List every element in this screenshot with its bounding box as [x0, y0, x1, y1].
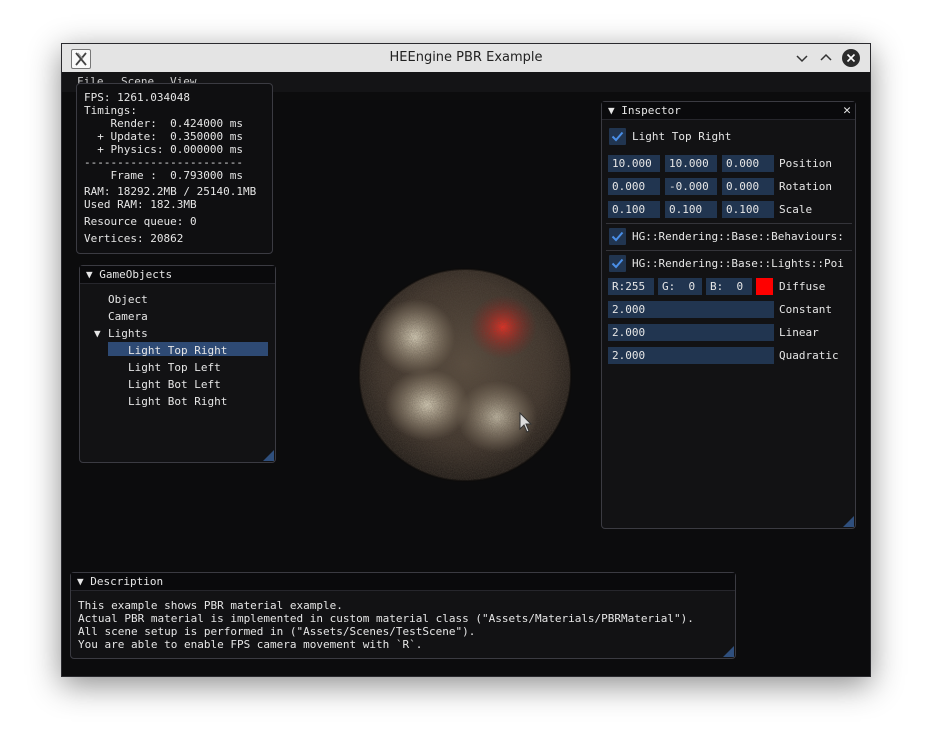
maximize-icon[interactable]	[816, 48, 836, 68]
diffuse-g-input[interactable]: G: 0	[658, 278, 702, 295]
description-line: All scene setup is performed in ("Assets…	[78, 625, 476, 638]
ram-text: RAM: 18292.2MB / 25140.1MB	[84, 185, 257, 198]
description-title: Description	[90, 575, 164, 588]
update-time-text: + Update: 0.350000 ms	[84, 130, 243, 143]
constant-label: Constant	[779, 303, 832, 316]
rotation-z-input[interactable]: 0.000	[722, 178, 774, 195]
timings-text: Timings:	[84, 104, 137, 117]
close-icon[interactable]	[841, 48, 861, 68]
title-bar[interactable]: HEEngine PBR Example	[62, 44, 870, 72]
quadratic-input[interactable]: 2.000	[608, 347, 774, 364]
vertices-text: Vertices: 20862	[84, 232, 184, 245]
divider	[606, 223, 852, 224]
object-enabled-checkbox[interactable]	[609, 128, 626, 145]
resource-queue-text: Resource queue: 0	[84, 215, 197, 228]
fps-text: FPS: 1261.034048	[84, 91, 190, 104]
window-title: HEEngine PBR Example	[389, 50, 543, 65]
behaviours-enabled-checkbox[interactable]	[609, 228, 626, 245]
linear-label: Linear	[779, 326, 819, 339]
resize-grip-icon[interactable]	[843, 516, 854, 527]
rotation-label: Rotation	[779, 180, 832, 193]
behaviours-component-label: HG::Rendering::Base::Behaviours:	[632, 230, 844, 243]
mouse-cursor-icon	[519, 412, 533, 433]
divider	[606, 250, 852, 251]
rotation-x-input[interactable]: 0.000	[608, 178, 660, 195]
description-line: You are able to enable FPS camera moveme…	[78, 638, 423, 651]
tree-expand-icon[interactable]: ▼	[94, 327, 101, 340]
minimize-icon[interactable]	[792, 48, 812, 68]
quadratic-label: Quadratic	[779, 349, 839, 362]
object-name-label: Light Top Right	[632, 130, 732, 143]
collapse-arrow-icon[interactable]: ▼	[86, 268, 93, 281]
rotation-y-input[interactable]: -0.000	[665, 178, 717, 195]
description-header[interactable]: ▼ Description	[71, 573, 735, 591]
tree-item-camera[interactable]: Camera	[108, 310, 148, 323]
pointlight-enabled-checkbox[interactable]	[609, 255, 626, 272]
position-label: Position	[779, 157, 832, 170]
resize-grip-icon[interactable]	[723, 646, 734, 657]
collapse-arrow-icon[interactable]: ▼	[608, 104, 615, 117]
scale-z-input[interactable]: 0.100	[722, 201, 774, 218]
stats-separator: ------------------------	[84, 156, 243, 169]
scale-x-input[interactable]: 0.100	[608, 201, 660, 218]
tree-item-light-top-right[interactable]: Light Top Right	[128, 344, 227, 357]
scale-label: Scale	[779, 203, 813, 216]
gameobjects-header[interactable]: ▼ GameObjects	[80, 266, 275, 284]
diffuse-color-swatch[interactable]	[756, 278, 773, 295]
tree-item-lights[interactable]: Lights	[108, 327, 148, 340]
position-y-input[interactable]: 10.000	[665, 155, 717, 172]
physics-time-text: + Physics: 0.000000 ms	[84, 143, 243, 156]
pbr-sphere	[358, 268, 572, 482]
frame-time-text: Frame : 0.793000 ms	[84, 169, 243, 182]
tree-item-light-top-left[interactable]: Light Top Left	[128, 361, 221, 374]
app-window: HEEngine PBR Example File Scene View FPS…	[61, 43, 871, 677]
tree-item-light-bot-left[interactable]: Light Bot Left	[128, 378, 221, 391]
resize-grip-icon[interactable]	[263, 450, 274, 461]
gameobjects-title: GameObjects	[99, 268, 173, 281]
used-ram-text: Used RAM: 182.3MB	[84, 198, 197, 211]
pointlight-component-label: HG::Rendering::Base::Lights::Poi	[632, 257, 844, 270]
description-line: Actual PBR material is implemented in cu…	[78, 612, 694, 625]
description-line: This example shows PBR material example.	[78, 599, 343, 612]
linear-input[interactable]: 2.000	[608, 324, 774, 341]
scale-y-input[interactable]: 0.100	[665, 201, 717, 218]
render-time-text: Render: 0.424000 ms	[84, 117, 243, 130]
position-z-input[interactable]: 0.000	[722, 155, 774, 172]
description-panel: ▼ Description This example shows PBR mat…	[70, 572, 736, 659]
diffuse-label: Diffuse	[779, 280, 826, 293]
diffuse-b-input[interactable]: B: 0	[706, 278, 752, 295]
inspector-panel: ▼ Inspector ✕ Light Top Right 10.000 10.…	[601, 101, 856, 529]
stats-overlay: FPS: 1261.034048 Timings: Render: 0.4240…	[76, 83, 273, 254]
gameobjects-panel: ▼ GameObjects Object Camera ▼ Lights Lig…	[79, 265, 276, 463]
diffuse-r-input[interactable]: R:255	[608, 278, 654, 295]
position-x-input[interactable]: 10.000	[608, 155, 660, 172]
inspector-title: Inspector	[621, 104, 681, 117]
collapse-arrow-icon[interactable]: ▼	[77, 575, 84, 588]
inspector-header[interactable]: ▼ Inspector ✕	[602, 102, 855, 120]
tree-item-object[interactable]: Object	[108, 293, 148, 306]
constant-input[interactable]: 2.000	[608, 301, 774, 318]
tree-item-light-bot-right[interactable]: Light Bot Right	[128, 395, 227, 408]
close-icon[interactable]: ✕	[843, 102, 851, 119]
